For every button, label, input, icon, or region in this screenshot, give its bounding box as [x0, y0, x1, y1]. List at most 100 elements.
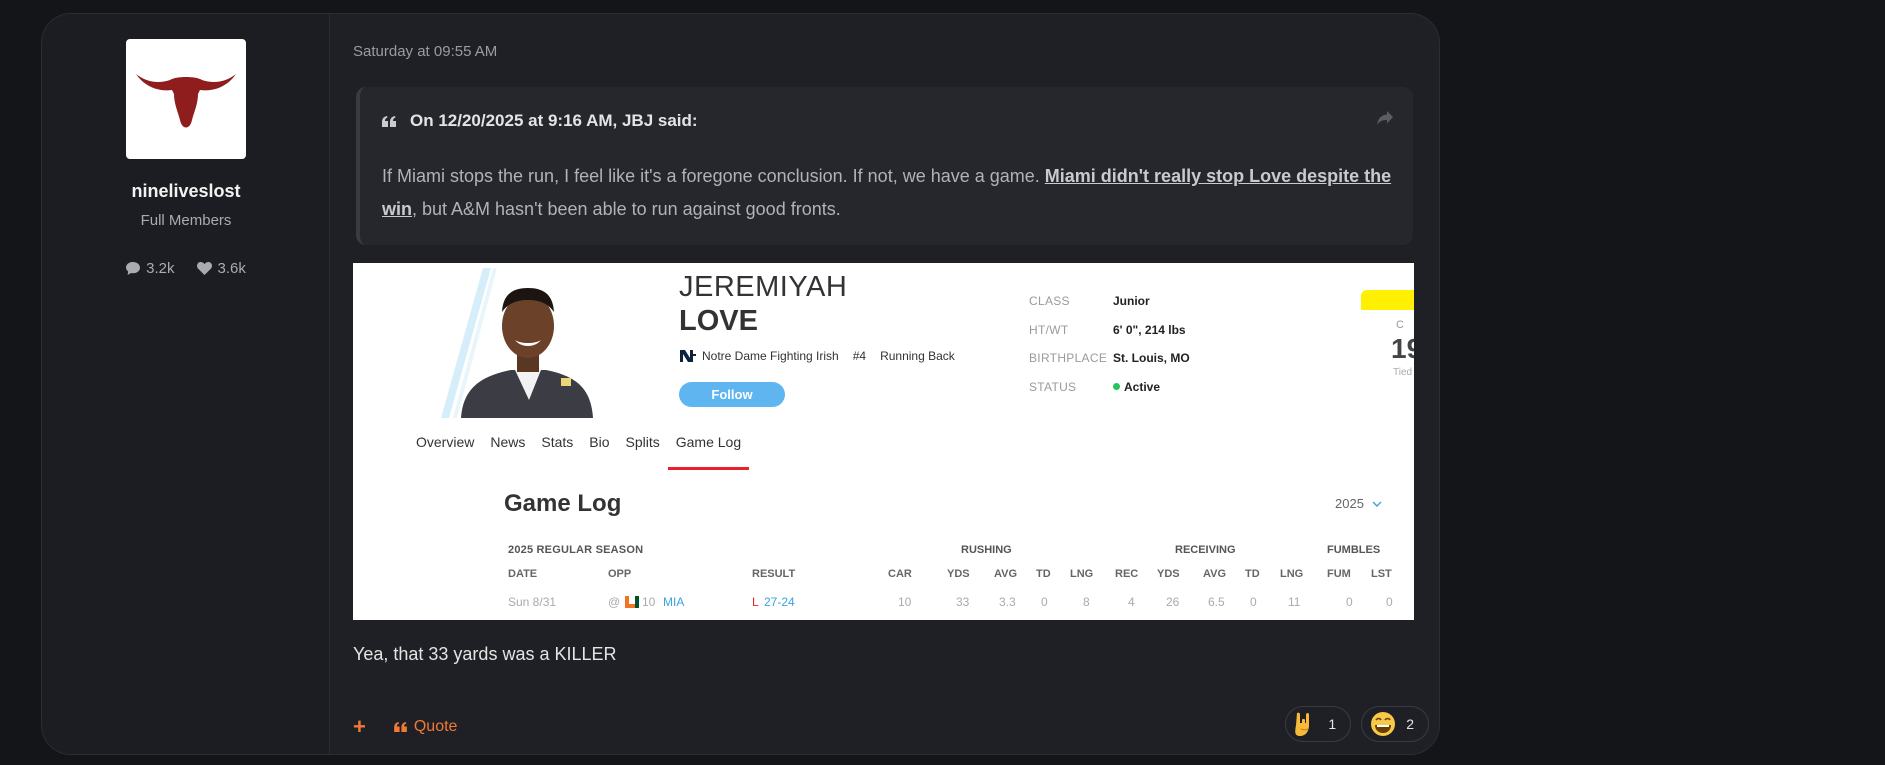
- reaction-grinning[interactable]: 2: [1361, 706, 1429, 742]
- col-date[interactable]: DATE: [508, 568, 537, 580]
- bio-label: STATUS: [1029, 379, 1077, 394]
- col-rec-td[interactable]: TD: [1245, 568, 1260, 580]
- col-result[interactable]: RESULT: [752, 568, 795, 580]
- player-tabs: Overview News Stats Bio Splits Game Log: [408, 434, 750, 470]
- col-lst[interactable]: LST: [1371, 568, 1392, 580]
- heart-icon: [196, 262, 212, 275]
- quote-button[interactable]: Quote: [393, 718, 458, 736]
- quote-mark-icon: [393, 722, 407, 732]
- reaction-rock-on[interactable]: 1: [1285, 706, 1352, 742]
- messages-stat: 3.2k: [126, 260, 175, 277]
- tab-bio[interactable]: Bio: [581, 434, 617, 464]
- likes-stat: 3.6k: [196, 260, 246, 277]
- forum-post: nineliveslost Full Members 3.2k 3.6k Sat…: [41, 13, 1440, 755]
- col-opp[interactable]: OPP: [608, 568, 631, 580]
- cell-date: Sun 8/31: [508, 595, 557, 609]
- tab-game-log[interactable]: Game Log: [667, 434, 750, 470]
- reply-text: Yea, that 33 yards was a KILLER: [353, 644, 617, 664]
- team-logo-icon: [680, 350, 696, 362]
- quote-mark-icon: [382, 115, 396, 127]
- col-rec[interactable]: REC: [1115, 568, 1138, 580]
- status-dot-icon: [1113, 383, 1120, 391]
- col-rush-yds[interactable]: YDS: [947, 568, 970, 580]
- status-text: Active: [1124, 379, 1161, 394]
- quote-block: On 12/20/2025 at 9:16 AM, JBJ said: If M…: [356, 87, 1413, 245]
- group-fumbles: FUMBLES: [1327, 544, 1381, 556]
- cell-rush-lng: 8: [1083, 595, 1090, 609]
- player-team: Notre Dame Fighting Irish: [679, 349, 839, 363]
- chevron-down-icon: [1372, 501, 1382, 507]
- cell-rec-yds: 26: [1166, 595, 1180, 609]
- player-position: Running Back: [880, 349, 955, 363]
- opponent-logo-icon: [625, 596, 639, 608]
- tab-stats[interactable]: Stats: [533, 434, 581, 464]
- cell-opp-rank: 10: [642, 595, 656, 609]
- col-rush-avg[interactable]: AVG: [994, 568, 1017, 580]
- author-panel: nineliveslost Full Members 3.2k 3.6k: [42, 14, 330, 754]
- col-rush-td[interactable]: TD: [1036, 568, 1051, 580]
- bio-value: 6' 0", 214 lbs: [1113, 322, 1186, 337]
- rank-badge: [1361, 290, 1414, 310]
- quote-header: On 12/20/2025 at 9:16 AM, JBJ said:: [382, 111, 698, 131]
- cell-lst: 0: [1386, 595, 1393, 609]
- col-rec-yds[interactable]: YDS: [1157, 568, 1180, 580]
- cell-wl: L: [752, 595, 759, 609]
- player-meta: Notre Dame Fighting Irish #4 Running Bac…: [679, 349, 955, 363]
- quote-text-before: If Miami stops the run, I feel like it's…: [382, 166, 1045, 186]
- cell-fum: 0: [1346, 595, 1353, 609]
- player-photo: [441, 268, 616, 418]
- season-label: 2025 REGULAR SEASON: [508, 544, 644, 556]
- cell-rush-avg: 3.3: [999, 595, 1016, 609]
- reactions: 1 2: [1285, 706, 1429, 742]
- author-stats: 3.2k 3.6k: [42, 260, 330, 277]
- multiquote-button[interactable]: +: [353, 716, 366, 738]
- likes-count: 3.6k: [217, 260, 246, 277]
- bio-label: CLASS: [1029, 294, 1070, 309]
- cell-at: @: [608, 595, 621, 609]
- year-select[interactable]: 2025: [1335, 496, 1382, 511]
- post-date[interactable]: Saturday at 09:55 AM: [353, 43, 497, 60]
- longhorn-logo-icon: [136, 74, 236, 128]
- author-avatar[interactable]: [126, 39, 246, 159]
- bio-label: HT/WT: [1029, 322, 1069, 337]
- col-rush-lng[interactable]: LNG: [1070, 568, 1093, 580]
- rank-value: 19: [1391, 333, 1414, 364]
- bio-row: HT/WT 6' 0", 214 lbs: [1029, 316, 1190, 345]
- messages-count: 3.2k: [146, 260, 175, 277]
- reaction-count: 2: [1406, 716, 1414, 732]
- gamelog-title: Game Log: [504, 490, 622, 517]
- col-car[interactable]: CAR: [888, 568, 912, 580]
- quote-text-after: , but A&M hasn't been able to run agains…: [412, 199, 841, 219]
- cell-rec-lng: 11: [1288, 595, 1301, 609]
- tab-overview[interactable]: Overview: [408, 434, 482, 464]
- post-content: Saturday at 09:55 AM On 12/20/2025 at 9:…: [331, 14, 1439, 754]
- bio-value-status: Active: [1113, 380, 1160, 394]
- bio-value: Junior: [1113, 294, 1150, 309]
- cell-rec-td: 0: [1250, 595, 1257, 609]
- col-rec-lng[interactable]: LNG: [1280, 568, 1303, 580]
- cell-car: 10: [898, 595, 912, 609]
- cell-opp[interactable]: MIA: [663, 595, 684, 609]
- author-group: Full Members: [140, 212, 232, 229]
- player-number: #4: [852, 349, 867, 363]
- quote-label: Quote: [413, 718, 458, 735]
- player-bio: CLASS Junior HT/WT 6' 0", 214 lbs BIRTHPLA…: [1029, 287, 1190, 401]
- col-rec-avg[interactable]: AVG: [1203, 568, 1226, 580]
- player-first-name: JEREMIYAH: [679, 271, 848, 303]
- share-arrow-icon[interactable]: [1377, 111, 1393, 125]
- rank-sub: Tied: [1393, 367, 1413, 378]
- author-username[interactable]: nineliveslost: [42, 181, 330, 202]
- cell-score[interactable]: 27-24: [764, 595, 795, 609]
- quote-citation[interactable]: On 12/20/2025 at 9:16 AM, JBJ said:: [410, 111, 698, 131]
- cell-rush-td: 0: [1041, 595, 1048, 609]
- tab-news[interactable]: News: [482, 434, 533, 464]
- player-last-name: LOVE: [679, 305, 758, 337]
- year-value: 2025: [1335, 496, 1364, 511]
- cell-rec: 4: [1128, 595, 1135, 609]
- rock-on-emoji-icon: [1295, 712, 1310, 736]
- tab-splits[interactable]: Splits: [618, 434, 668, 464]
- col-fum[interactable]: FUM: [1327, 568, 1351, 580]
- follow-button[interactable]: Follow: [679, 382, 785, 407]
- grinning-emoji-icon: [1371, 712, 1396, 736]
- bio-row: BIRTHPLACE St. Louis, MO: [1029, 344, 1190, 373]
